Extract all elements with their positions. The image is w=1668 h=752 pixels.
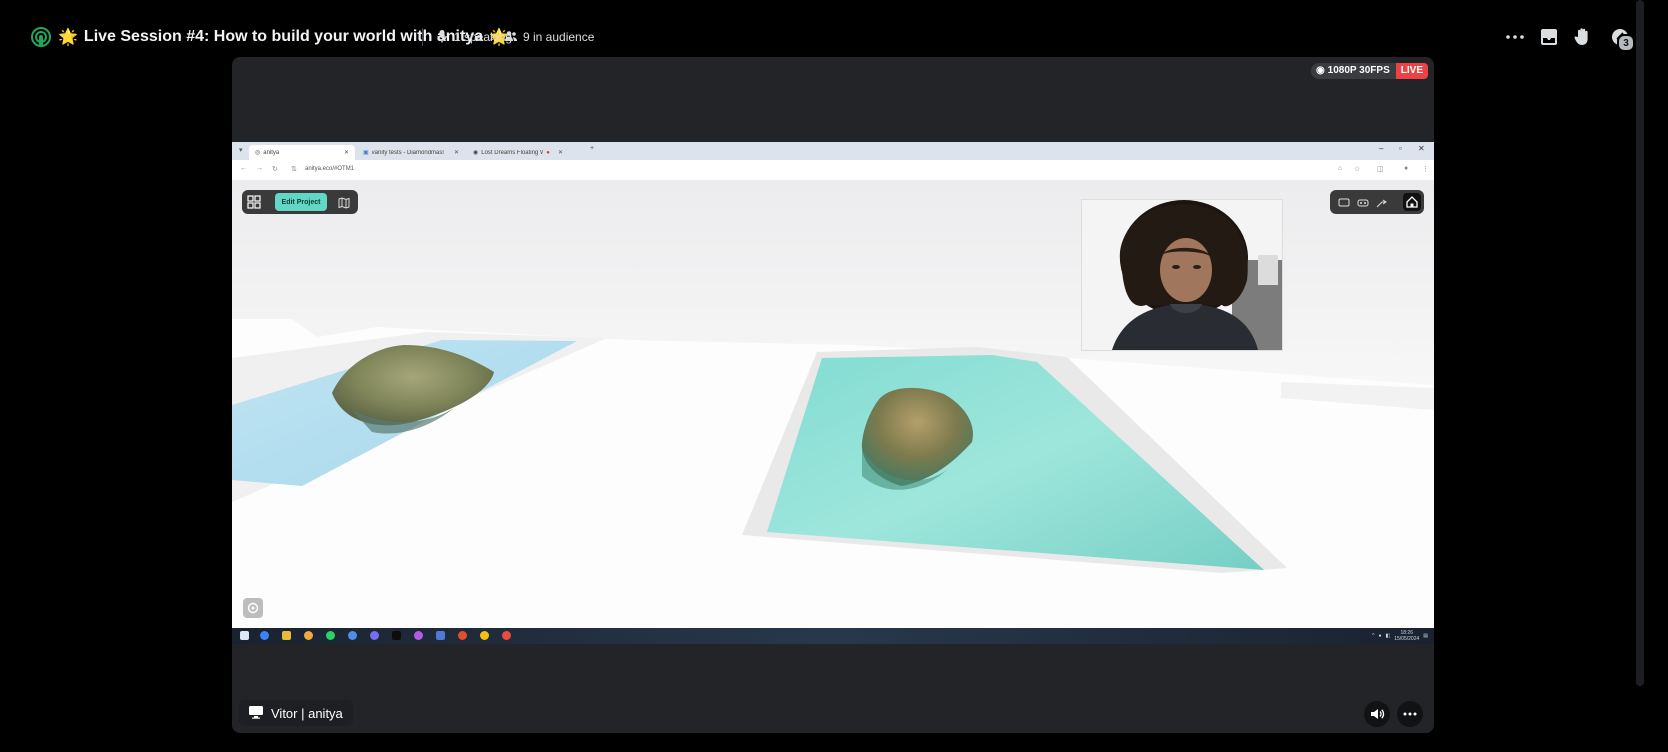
app-icon[interactable] [348,631,357,640]
notification-badge: 3 [1617,34,1635,52]
browser-tab[interactable]: ▣ vanity tests - Diamondmass Gilt... ✕ [357,145,465,160]
tab-favicon-icon: ◉ [473,150,479,156]
shared-screen[interactable]: ▾ ◎ anitya ✕ ▣ vanity tests - Diamondmas… [232,142,1434,644]
reload-icon[interactable]: ↻ [272,165,278,173]
edit-project-button[interactable]: Edit Project [275,193,327,211]
translate-icon[interactable]: ⌂ [1338,165,1342,172]
grid-icon[interactable] [247,195,261,209]
volume-button[interactable] [1364,701,1390,727]
browser-tab-bar: ▾ ◎ anitya ✕ ▣ vanity tests - Diamondmas… [232,142,1434,160]
streamer-nameplate: Vitor | anitya [239,700,353,726]
vr-headset-icon[interactable] [1357,196,1369,208]
eye-icon: ◉ [1315,65,1325,76]
folder-icon[interactable] [282,631,291,640]
header-divider [422,28,423,46]
forward-icon[interactable]: → [256,165,263,172]
map-icon[interactable] [338,196,350,209]
view-toolbar [1330,190,1424,214]
inbox-button[interactable] [1536,24,1562,50]
extensions-icon[interactable]: ◫ [1377,165,1384,173]
app-icon[interactable] [304,631,313,640]
chrome-icon[interactable] [480,631,489,640]
system-tray: ^ ● ◧ 18:26 15/05/2024 ▤ [1372,630,1428,642]
project-toolbar: Edit Project [242,190,358,214]
tab-menu-icon[interactable]: ▾ [239,146,243,154]
webcam-feed [1081,199,1283,351]
browser-tab[interactable]: ◎ anitya ✕ [249,145,355,160]
share-icon[interactable] [1376,196,1388,208]
scrollbar[interactable] [1636,0,1644,686]
live-badge: LIVE [1395,63,1428,79]
browser-tab[interactable]: ◉ Lost Dreams Floating Worl... ● ✕ [467,145,569,160]
home-button[interactable] [1403,193,1421,211]
terminal-icon[interactable] [392,631,401,640]
screen-share-icon [248,704,264,723]
url-field[interactable]: anitya.eco/#OTM1 [305,166,354,172]
speaking-count: 1 speaking [435,26,512,48]
stream-tile[interactable]: ◉ 1080P 30FPS LIVE ▾ ◎ anitya ✕ ▣ vanity… [232,57,1434,733]
whatsapp-icon[interactable] [326,631,335,640]
app-icon[interactable] [260,631,269,640]
close-tab-icon[interactable]: ✕ [454,149,459,156]
discord-icon[interactable] [370,631,379,640]
app-icon[interactable] [458,631,467,640]
gear-icon [247,602,259,614]
browser-address-bar: ← → ↻ ⇅ anitya.eco/#OTM1 ⌂ ☆ ◫ ● ⋮ [232,160,1434,181]
bookmark-icon[interactable]: ☆ [1354,165,1360,173]
star-icon: 🌟 [58,29,78,46]
notification-button[interactable]: 3 [1607,24,1635,52]
home-icon [1406,196,1418,208]
document-icon[interactable] [436,631,445,640]
raise-hand-icon [1574,28,1588,45]
start-icon[interactable] [240,631,249,640]
app-icon[interactable] [414,631,423,640]
more-icon [1506,35,1524,39]
audience-count: 9 in audience [504,26,594,48]
recording-icon: ● [546,149,550,156]
stage-header: 🌟 Live Session #4: How to build your wor… [0,0,1668,56]
3d-viewport[interactable]: Edit Project [232,180,1434,628]
os-taskbar: ^ ● ◧ 18:26 15/05/2024 ▤ [232,628,1434,644]
back-icon[interactable]: ← [240,165,247,172]
new-tab-button[interactable]: + [590,145,594,152]
close-tab-icon[interactable]: ✕ [344,149,349,156]
maximize-icon[interactable]: ▫ [1399,144,1402,153]
raise-hand-button[interactable] [1570,24,1596,50]
site-settings-icon[interactable]: ⇅ [291,165,297,173]
profile-icon[interactable]: ● [1404,165,1408,172]
inbox-icon [1541,29,1557,45]
settings-corner-button[interactable] [243,598,263,618]
browser-menu-icon[interactable]: ⋮ [1422,165,1429,173]
tray-mic-icon[interactable]: ● [1378,633,1381,639]
stream-quality-badge: ◉ 1080P 30FPS LIVE [1310,63,1428,79]
close-tab-icon[interactable]: ✕ [558,149,563,156]
chat-icon[interactable] [1338,196,1350,208]
tab-favicon-icon: ◎ [255,150,261,156]
more-icon [1403,712,1417,716]
speaker-icon [1371,709,1385,719]
tab-favicon-icon: ▣ [363,150,369,156]
tray-clock[interactable]: 18:26 15/05/2024 [1394,630,1419,642]
microphone-icon [435,29,449,46]
stream-options-button[interactable] [1397,701,1423,727]
tray-notification-icon[interactable]: ▤ [1423,633,1428,639]
streamer-name: Vitor | anitya [271,705,343,721]
stage-title-text: Live Session #4: How to build your world… [83,28,484,45]
close-window-icon[interactable]: ✕ [1418,144,1425,153]
tray-network-icon[interactable]: ◧ [1386,633,1391,639]
tray-chevron-icon[interactable]: ^ [1372,633,1374,639]
app-icon[interactable] [502,631,511,640]
more-options-button[interactable] [1502,24,1528,50]
audience-icon [504,29,518,46]
stage-icon [30,26,52,48]
minimize-icon[interactable]: – [1379,144,1383,153]
